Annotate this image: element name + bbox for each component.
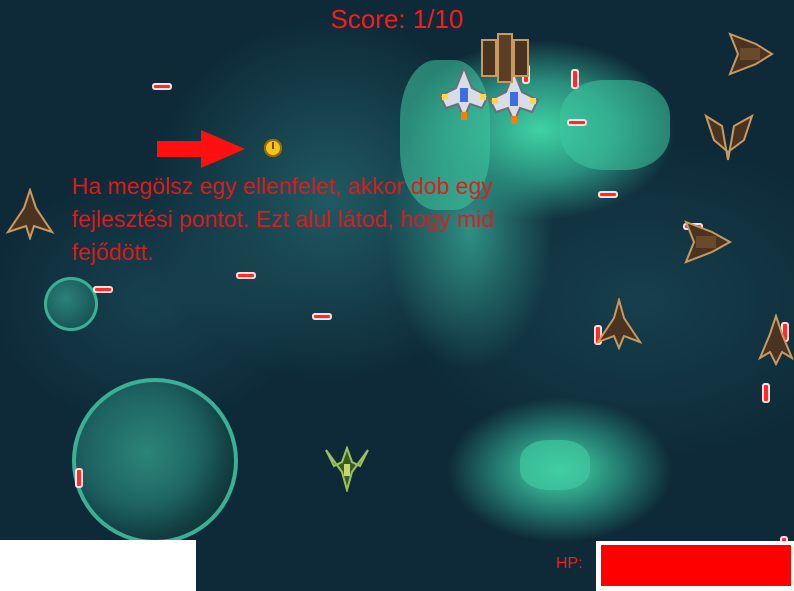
enemy-bullet <box>567 119 587 126</box>
enemy-bullet <box>762 383 770 403</box>
enemy-heavy-ship-icon <box>704 113 754 161</box>
enemy-heavy-ship-icon <box>728 32 774 76</box>
arrow-right-icon <box>157 130 245 168</box>
enemy-bullet <box>571 69 579 89</box>
tutorial-message: Ha megölsz egy ellenfelet, akkor dob egy… <box>72 173 494 265</box>
upgrade-coin-icon <box>264 139 282 157</box>
enemy-bullet <box>598 191 618 198</box>
score-display: Score: 1/10 <box>330 4 464 34</box>
background-planet <box>44 277 98 331</box>
player-ship-icon <box>325 446 369 492</box>
nebula-cloud <box>520 440 590 490</box>
hp-bar-fill <box>601 545 791 586</box>
background-planet <box>72 378 238 544</box>
enemy-bullet <box>152 83 172 90</box>
enemy-heavy-ship-icon <box>596 298 642 350</box>
enemy-bullet <box>312 313 332 320</box>
upgrade-panel <box>0 540 196 591</box>
enemy-heavy-ship-icon <box>481 33 529 83</box>
enemy-bullet <box>75 468 83 488</box>
enemy-heavy-ship-icon <box>684 220 733 264</box>
game-canvas[interactable]: Score: 1/10 Ha megölsz egy ellenfelet, a… <box>0 0 794 591</box>
hp-label: HP: <box>556 555 583 572</box>
enemy-heavy-ship-icon <box>758 314 794 366</box>
enemy-heavy-ship-icon <box>5 188 55 240</box>
enemy-bullet <box>93 286 113 293</box>
enemy-bullet <box>236 272 256 279</box>
